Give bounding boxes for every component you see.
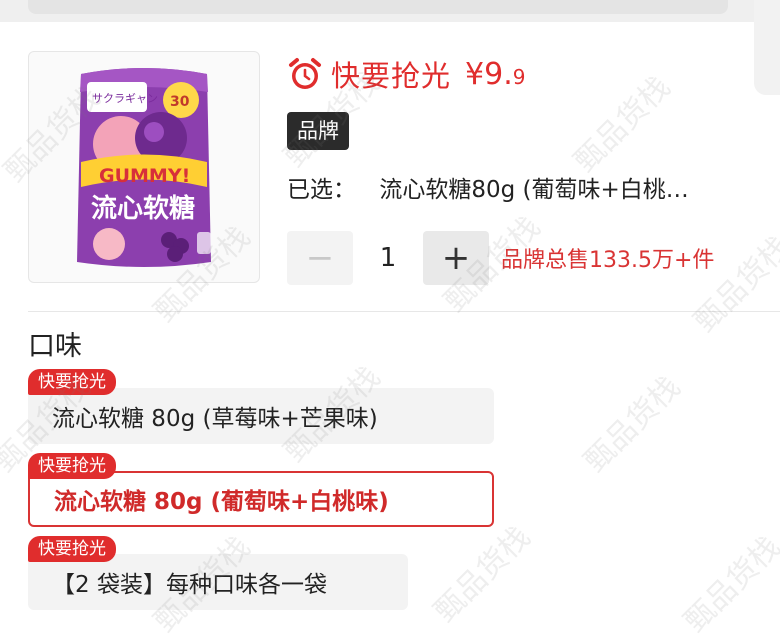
selected-value: 流心软糖80g (葡萄味+白桃…: [379, 177, 689, 203]
selected-variant: 已选： 流心软糖80g (葡萄味+白桃…: [287, 170, 689, 204]
flavor-section-title: 口味: [28, 331, 82, 362]
watermark: 甄品货栈: [577, 369, 688, 480]
svg-text:GUMMY!: GUMMY!: [99, 165, 190, 187]
top-bar: [0, 0, 780, 22]
alarm-clock-icon: [289, 58, 321, 89]
decrease-quantity-button[interactable]: −: [287, 231, 353, 285]
increase-quantity-button[interactable]: +: [423, 231, 489, 285]
flash-sale-tag: 快要抢光: [28, 453, 116, 479]
flavor-option-grape-peach[interactable]: 流心软糖 80g (葡萄味+白桃味): [28, 471, 494, 527]
quantity-value[interactable]: 1: [353, 243, 423, 273]
right-edge-panel: [754, 0, 780, 95]
total-sales: 品牌总售133.5万+件: [501, 248, 715, 273]
flash-sale-price: 快要抢光 ¥9.9: [287, 52, 525, 96]
watermark: 甄品货栈: [567, 69, 678, 180]
svg-text:サクラギャン: サクラギャン: [92, 92, 158, 105]
brand-badge: 品牌: [287, 112, 349, 150]
svg-text:30: 30: [170, 94, 190, 110]
watermark: 甄品货栈: [427, 519, 538, 630]
flash-sale-tag: 快要抢光: [28, 369, 116, 395]
quantity-stepper: − 1 + 品牌总售133.5万+件: [287, 231, 714, 285]
flavor-option-strawberry-mango[interactable]: 流心软糖 80g (草莓味+芒果味): [28, 388, 494, 444]
svg-text:流心软糖: 流心软糖: [91, 193, 195, 224]
product-image[interactable]: サクラギャン 30 GUMMY! 流心软糖: [28, 51, 260, 283]
flavor-option-two-bags[interactable]: 【2 袋装】每种口味各一袋: [28, 554, 408, 610]
divider: [28, 311, 780, 312]
price-main: ¥9.: [465, 56, 513, 92]
flash-sale-tag: 快要抢光: [28, 536, 116, 562]
candy-bag-illustration: サクラギャン 30 GUMMY! 流心软糖: [77, 68, 211, 267]
selected-label: 已选：: [287, 177, 356, 203]
flash-sale-label: 快要抢光: [331, 59, 452, 93]
price: ¥9.9: [465, 57, 525, 92]
price-decimal: 9: [512, 64, 526, 89]
watermark: 甄品货栈: [677, 529, 780, 640]
top-bar-inner: [28, 0, 728, 14]
